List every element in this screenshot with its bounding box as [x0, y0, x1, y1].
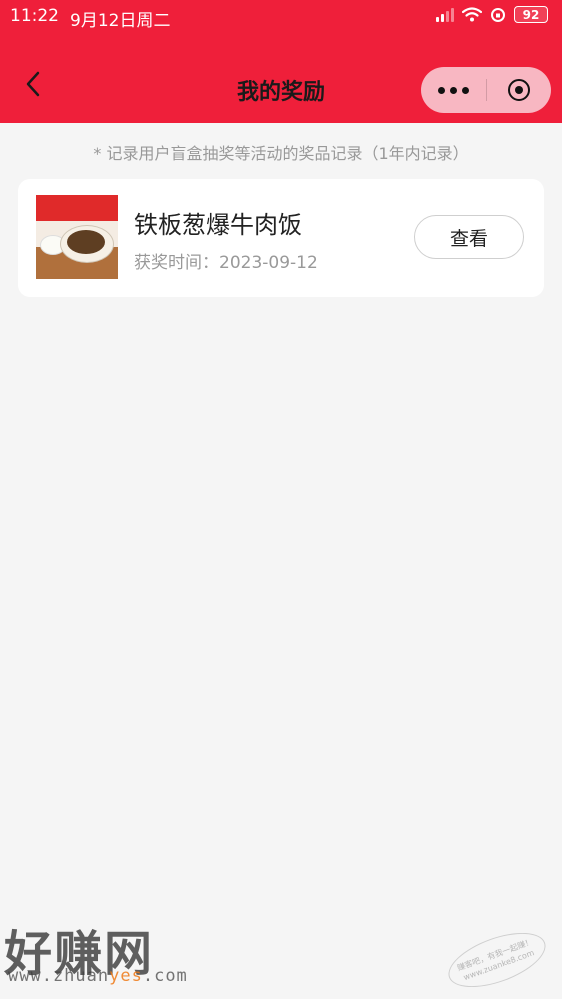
wifi-icon — [462, 7, 482, 22]
status-icons: 92 — [436, 6, 548, 23]
miniprogram-capsule — [421, 67, 551, 113]
watermark-stamp: 赚客吧，有我一起赚！ www.zuanke8.com — [441, 921, 553, 999]
status-time: 11:22 — [10, 6, 59, 26]
records-notice: * 记录用户盲盒抽奖等活动的奖品记录（1年内记录） — [93, 144, 469, 163]
promo-banner-shape — [36, 195, 118, 221]
watermark-url-highlight: yes — [109, 966, 143, 986]
rotation-lock-icon — [491, 7, 505, 22]
dot-icon — [461, 86, 469, 94]
dot-icon — [449, 86, 457, 94]
dot-icon — [437, 86, 445, 94]
battery-icon: 92 — [514, 6, 548, 23]
prize-date: 获奖时间：2023-09-12 — [134, 253, 318, 273]
prize-name: 铁板葱爆牛肉饭 — [134, 211, 302, 239]
beef-dish-shape — [67, 230, 105, 254]
prize-card: 铁板葱爆牛肉饭 获奖时间：2023-09-12 查看 — [18, 179, 544, 297]
prize-thumbnail — [36, 195, 118, 279]
target-icon — [508, 79, 530, 101]
nav-bar: 我的奖励 — [0, 34, 562, 123]
watermark-url-suffix: .com — [142, 966, 188, 986]
watermark-url-prefix: www.zhuan — [8, 966, 110, 986]
view-button[interactable]: 查看 — [414, 215, 524, 259]
status-bar: 11:22 9月12日周二 92 — [0, 0, 562, 34]
more-menu-button[interactable] — [421, 67, 485, 113]
close-miniprogram-button[interactable] — [487, 67, 551, 113]
cellular-signal-icon — [436, 7, 454, 22]
watermark-url: www.zhuanyes.com — [8, 966, 188, 986]
status-date: 9月12日周二 — [70, 11, 171, 31]
